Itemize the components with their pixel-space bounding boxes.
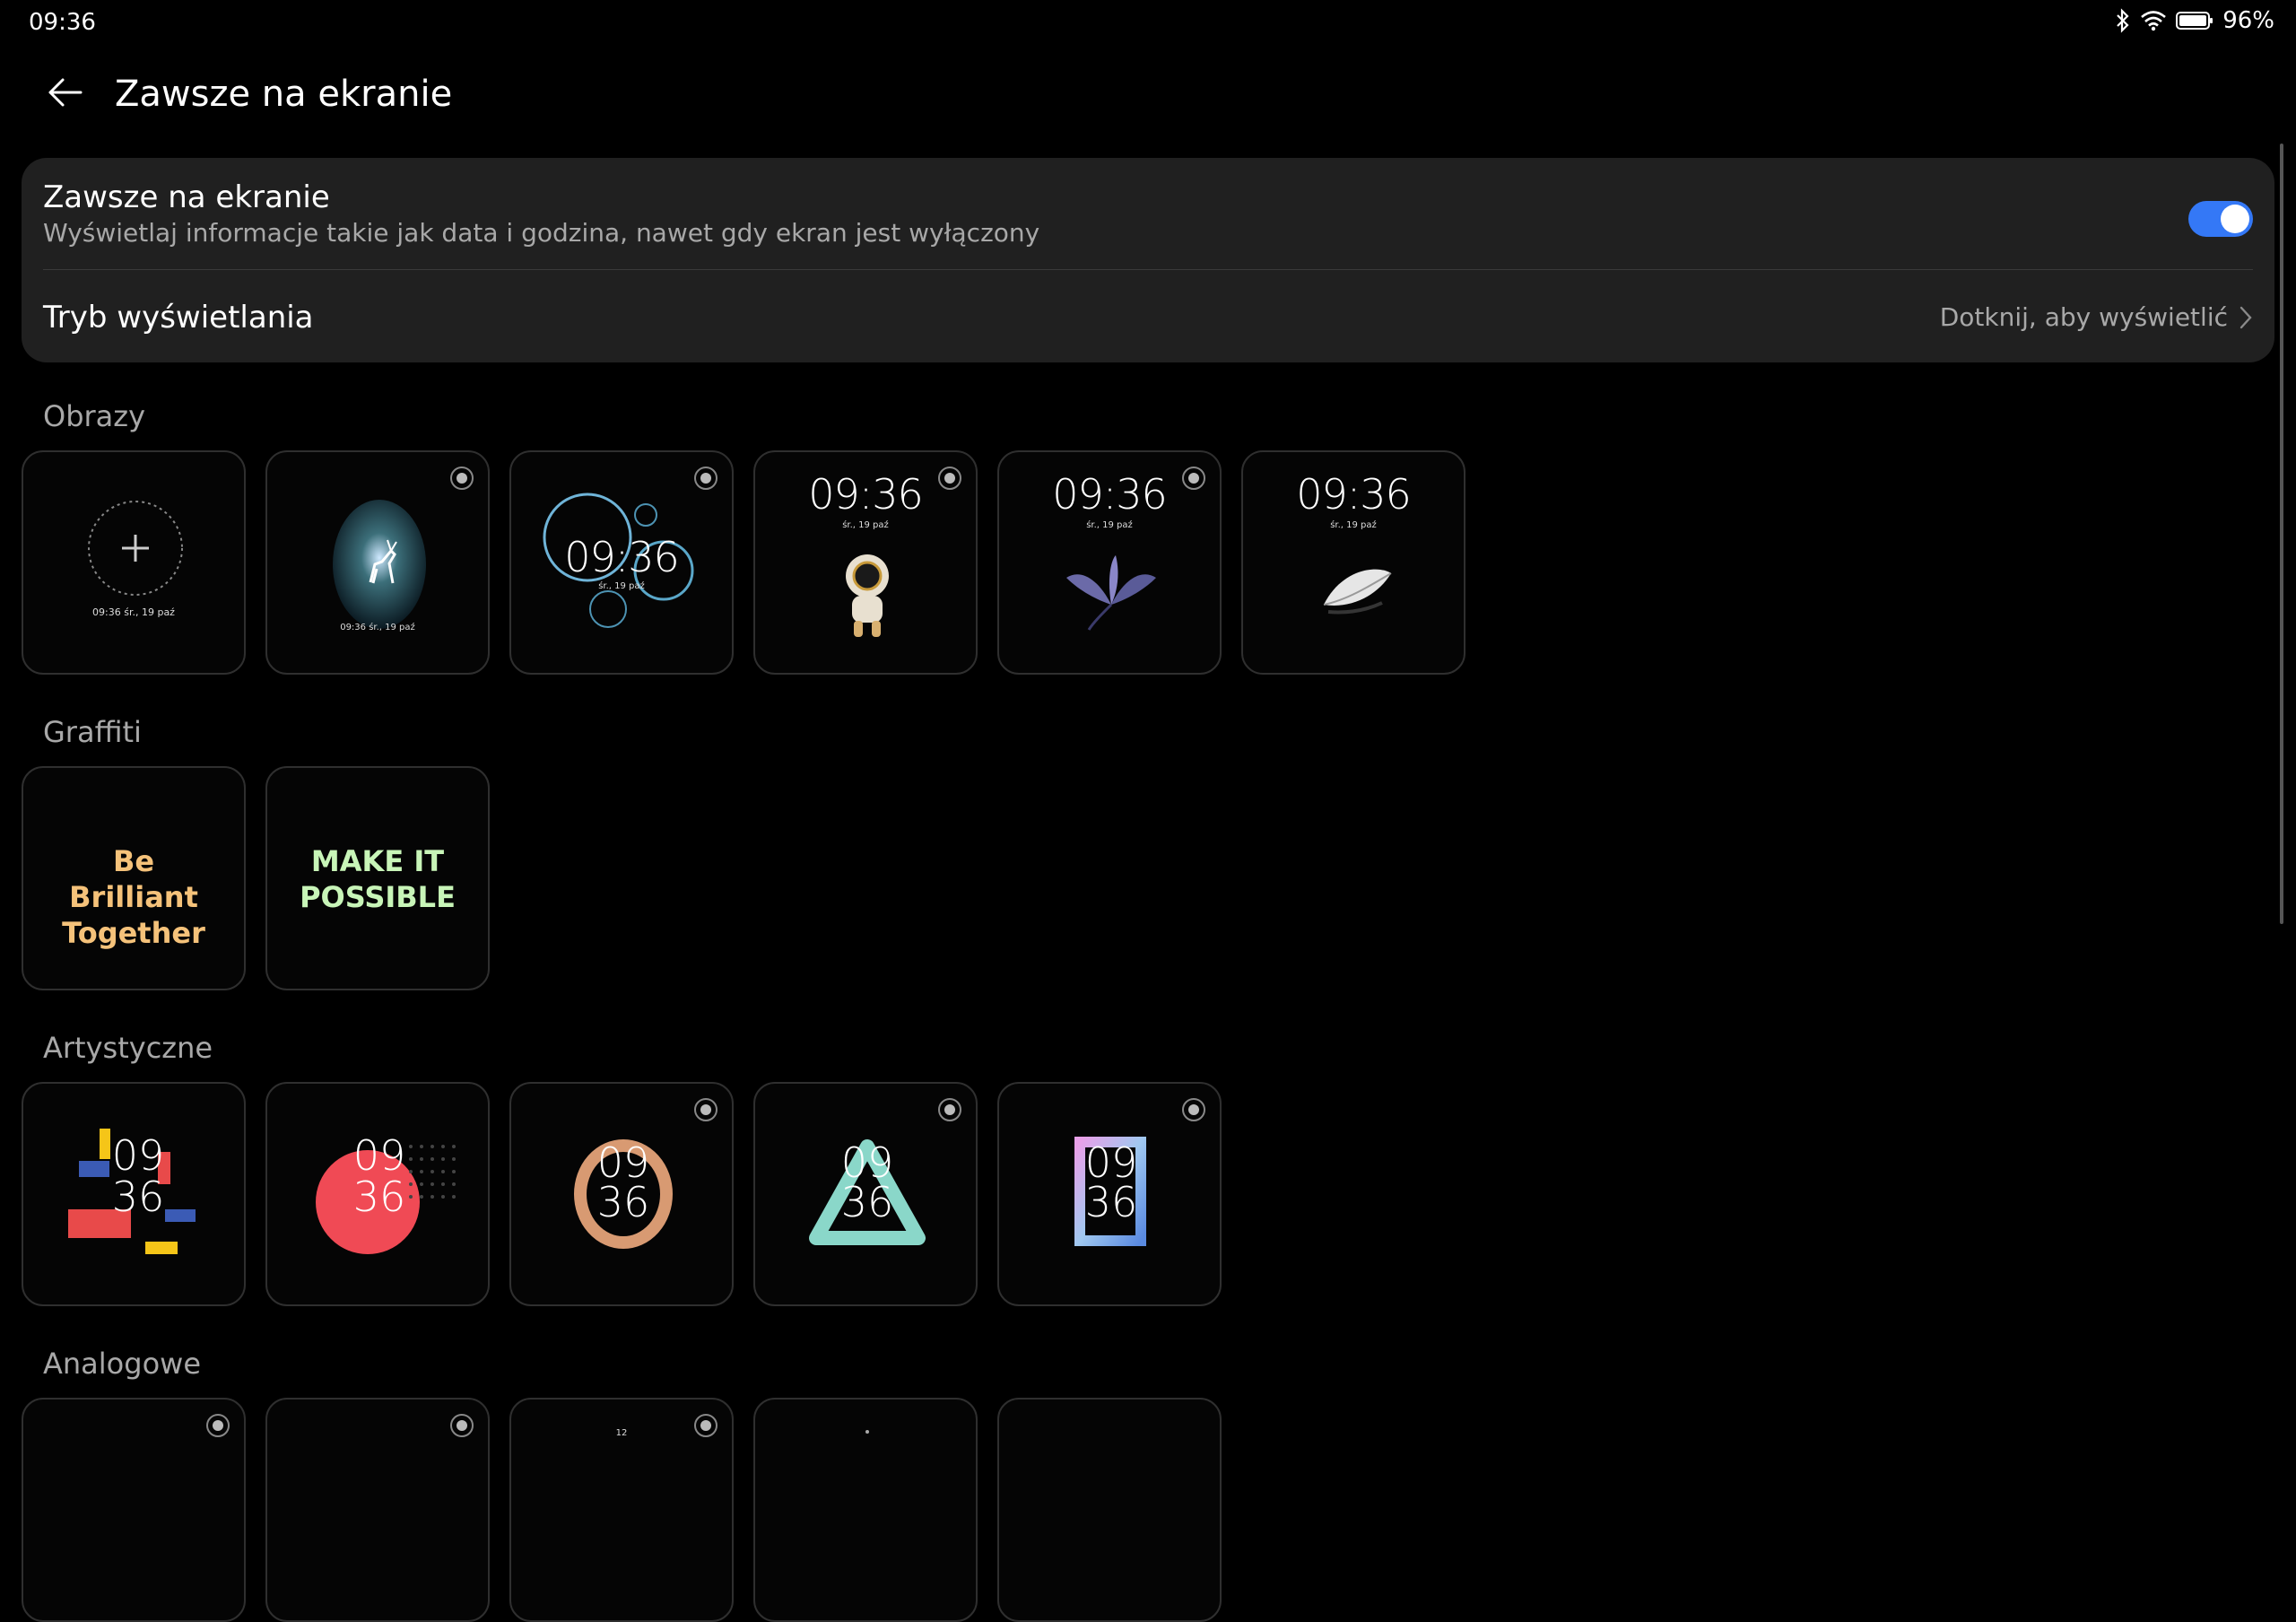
toggle-knob	[2221, 205, 2249, 233]
settings-card: Zawsze na ekranie Wyświetlaj informacje …	[22, 158, 2274, 362]
image-tile-bubbles[interactable]: 09:36 śr., 19 paź	[509, 450, 734, 675]
ring-minute: 36	[596, 1178, 650, 1226]
feather-time: 09:36	[1296, 470, 1412, 519]
artistic-tile-triangle[interactable]: 09 36	[753, 1082, 978, 1306]
display-mode-row[interactable]: Tryb wyświetlania Dotknij, aby wyświetli…	[43, 273, 2253, 362]
blocks-minute: 36	[111, 1173, 165, 1221]
frame-minute: 36	[1084, 1178, 1138, 1226]
red-circle-minute: 36	[352, 1173, 406, 1221]
image-tile-astronaut[interactable]: 09:36 śr., 19 paź	[753, 450, 978, 675]
chevron-right-icon	[2239, 305, 2253, 334]
flower-time: 09:36	[1052, 470, 1168, 519]
section-images-label: Obrazy	[43, 399, 145, 433]
analog-dial-marker	[865, 1430, 869, 1434]
artistic-tile-frame[interactable]: 09 36	[997, 1082, 1222, 1306]
analog-dial-12: 12	[615, 1428, 628, 1438]
bubbles-date: śr., 19 paź	[598, 581, 645, 591]
aod-toggle[interactable]	[2188, 201, 2253, 237]
add-circle-icon	[88, 501, 183, 596]
image-tile-feather[interactable]: 09:36 śr., 19 paź	[1241, 450, 1465, 675]
deer-tile-caption: 09:36 śr., 19 paź	[340, 623, 415, 632]
animated-ring-icon	[1182, 1098, 1205, 1121]
battery-percent: 96%	[2222, 7, 2274, 34]
red-circle-hour: 09	[352, 1131, 406, 1180]
analog-tile-3[interactable]: 12	[509, 1398, 734, 1622]
section-artistic-label: Artystyczne	[43, 1031, 213, 1065]
battery-icon	[2176, 11, 2213, 31]
blocks-hour: 09	[111, 1131, 165, 1180]
aod-title: Zawsze na ekranie	[43, 179, 330, 215]
image-tile-flower[interactable]: 09:36 śr., 19 paź	[997, 450, 1222, 675]
status-time: 09:36	[29, 9, 96, 36]
animated-ring-icon	[450, 467, 474, 490]
analog-tile-5[interactable]	[997, 1398, 1222, 1622]
astronaut-image	[846, 554, 889, 637]
scrollbar[interactable]	[2280, 144, 2283, 924]
page-title: Zawsze na ekranie	[115, 74, 453, 115]
artistic-tile-ring[interactable]: 09 36	[509, 1082, 734, 1306]
graffiti-text-be-brilliant: Be Brilliant Together	[62, 844, 205, 950]
arrow-left-icon	[45, 76, 84, 112]
aod-setting-row: Zawsze na ekranie Wyświetlaj informacje …	[43, 179, 2253, 248]
back-button[interactable]	[39, 72, 90, 117]
triangle-minute: 36	[840, 1178, 894, 1226]
graffiti-tile-make-it-possible[interactable]: MAKE IT POSSIBLE	[265, 766, 490, 990]
flower-date: śr., 19 paź	[1086, 520, 1133, 530]
status-icons: 96%	[2115, 7, 2274, 34]
astronaut-time: 09:36	[808, 470, 924, 519]
add-image-tile[interactable]: 09:36 śr., 19 paź	[22, 450, 246, 675]
section-graffiti-label: Graffiti	[43, 715, 142, 749]
analog-tile-1[interactable]	[22, 1398, 246, 1622]
ring-hour: 09	[596, 1138, 650, 1187]
bubbles-time: 09:36	[564, 533, 680, 581]
flower-image	[1066, 555, 1156, 631]
section-analog-label: Analogowe	[43, 1347, 201, 1381]
feather-image	[1323, 569, 1392, 615]
artistic-tile-red-circle[interactable]: 09 36	[265, 1082, 490, 1306]
divider	[43, 269, 2253, 270]
status-bar: 09:36 96%	[0, 0, 2296, 45]
frame-hour: 09	[1084, 1138, 1138, 1187]
wifi-icon	[2140, 10, 2167, 31]
analog-tile-2[interactable]	[265, 1398, 490, 1622]
animated-ring-icon	[694, 1098, 718, 1121]
astronaut-date: śr., 19 paź	[842, 520, 889, 530]
aod-subtitle: Wyświetlaj informacje takie jak data i g…	[43, 218, 1040, 248]
add-tile-caption: 09:36 śr., 19 paź	[92, 606, 175, 618]
analog-tile-4[interactable]	[753, 1398, 978, 1622]
display-mode-title: Tryb wyświetlania	[43, 300, 314, 336]
forest-deer-image	[333, 500, 426, 629]
artistic-tile-blocks[interactable]: 09 36	[22, 1082, 246, 1306]
feather-date: śr., 19 paź	[1330, 520, 1377, 530]
graffiti-text-make-it-possible: MAKE IT POSSIBLE	[300, 844, 456, 914]
graffiti-tile-be-brilliant[interactable]: Be Brilliant Together	[22, 766, 246, 990]
animated-ring-icon	[938, 1098, 961, 1121]
bluetooth-icon	[2115, 8, 2131, 33]
triangle-hour: 09	[840, 1138, 894, 1187]
image-tile-deer[interactable]: 09:36 śr., 19 paź	[265, 450, 490, 675]
header: Zawsze na ekranie	[0, 63, 2296, 126]
display-mode-value: Dotknij, aby wyświetlić	[1939, 302, 2228, 332]
